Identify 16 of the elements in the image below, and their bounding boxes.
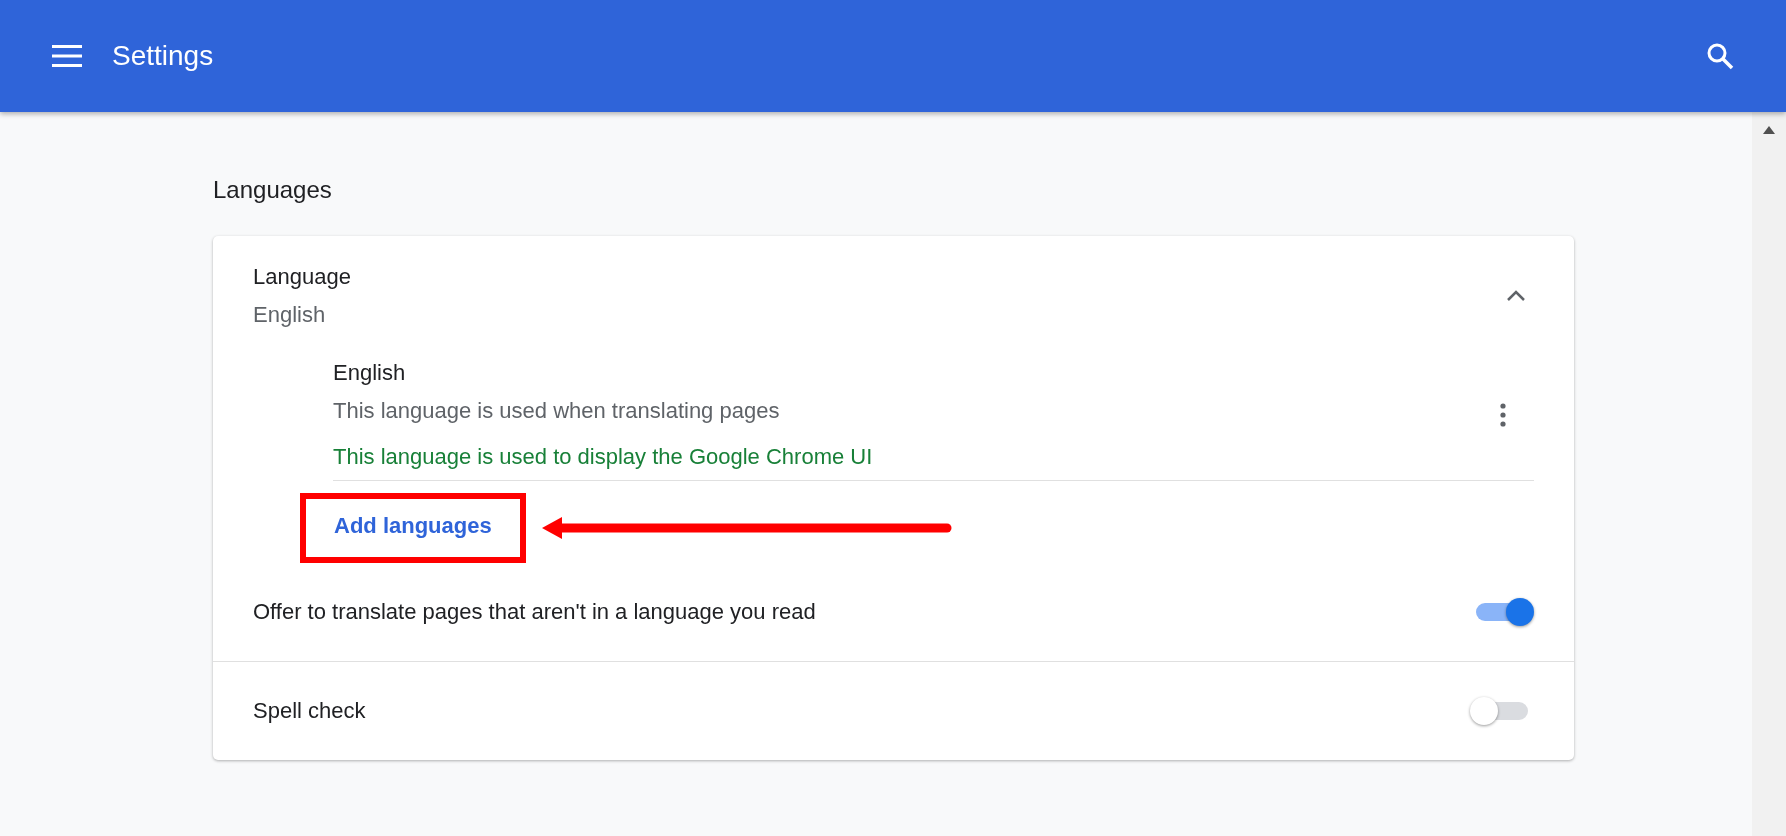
search-icon[interactable]	[1706, 42, 1734, 70]
section-title: Languages	[213, 176, 333, 204]
language-note: This language is used when translating pages	[333, 398, 781, 424]
scroll-up-icon[interactable]	[1763, 126, 1775, 134]
menu-icon[interactable]	[52, 45, 82, 67]
language-name: English	[333, 360, 407, 386]
language-value: English	[253, 302, 327, 328]
setting-label: Offer to translate pages that aren't in a language you read	[253, 599, 816, 625]
chevron-icon[interactable]	[1506, 290, 1526, 302]
add-languages-link[interactable]: Add languages	[334, 513, 492, 538]
setting-label: Spell check	[253, 698, 366, 724]
ui-language-note: This language is used to display the Google Chrome UI	[333, 444, 874, 470]
language-label: Language	[253, 264, 352, 290]
scrollbar[interactable]	[1752, 112, 1786, 836]
page-title: Settings	[112, 40, 215, 72]
more-options-icon[interactable]	[1500, 403, 1506, 427]
